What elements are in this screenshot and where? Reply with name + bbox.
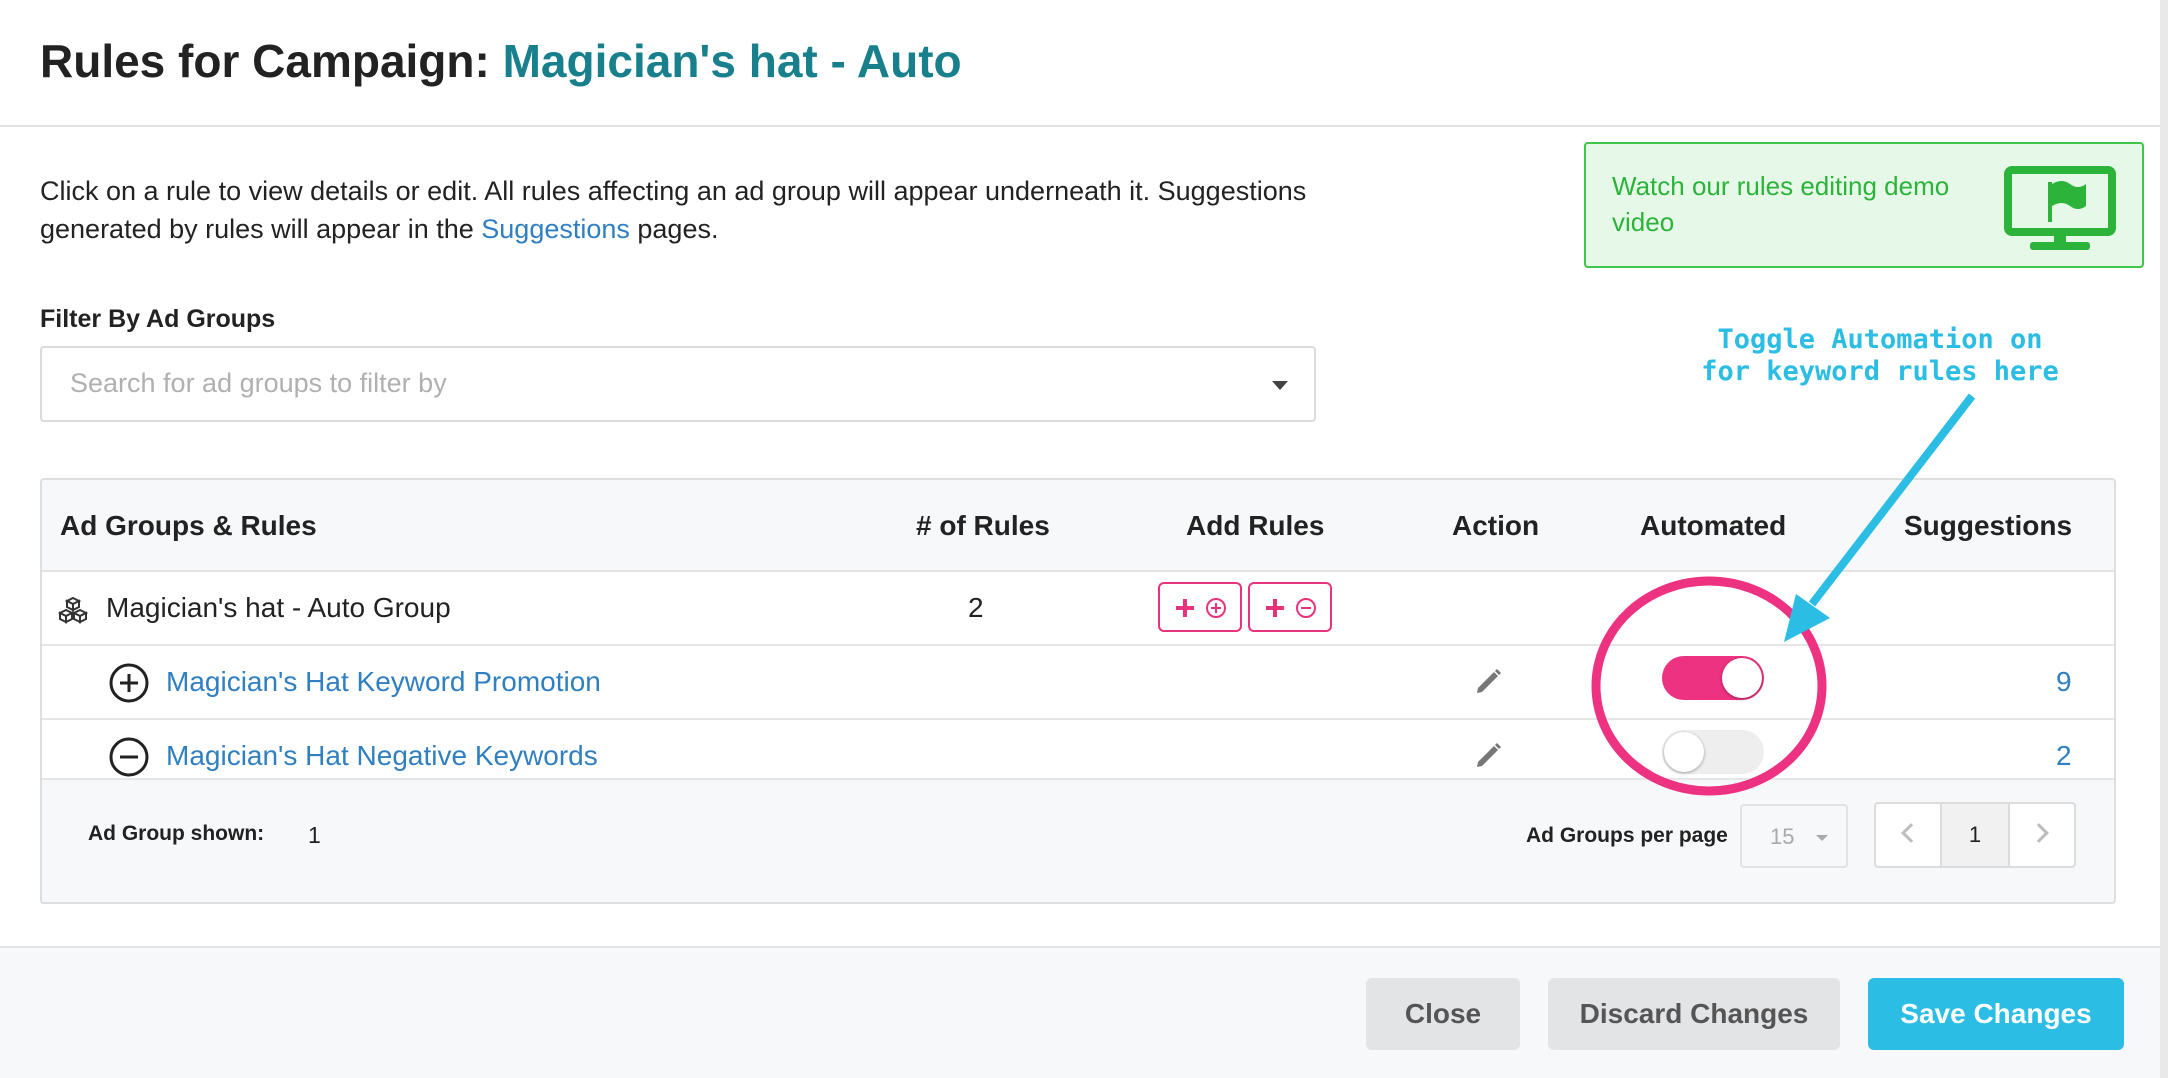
ad-group-name: Magician's hat - Auto Group [106, 592, 451, 623]
automation-toggle-off[interactable] [1662, 730, 1764, 774]
next-page-button[interactable] [2008, 804, 2074, 866]
ad-group-row[interactable]: Magician's hat - Auto Group 2 [42, 572, 2114, 646]
toggle-knob [1722, 658, 1762, 698]
add-promotion-rule-button[interactable] [1158, 582, 1242, 632]
toggle-knob [1664, 732, 1704, 772]
per-page-value: 15 [1770, 824, 1795, 849]
ad-group-search-input[interactable] [70, 368, 1170, 399]
chevron-left-icon [1901, 823, 1921, 843]
rules-modal: Rules for Campaign: Magician's hat - Aut… [0, 0, 2160, 1078]
intro-text: Click on a rule to view details or edit.… [40, 172, 1360, 248]
current-page[interactable]: 1 [1942, 804, 2008, 866]
rules-table: Ad Groups & Rules # of Rules Add Rules A… [40, 478, 2116, 904]
pagination: 1 [1874, 802, 2076, 868]
rule-row[interactable]: Magician's Hat Keyword Promotion 9 [42, 646, 2114, 720]
per-page-select[interactable]: 15 [1740, 804, 1848, 868]
annotation-line-1: Toggle Automation on [1717, 324, 2043, 355]
page-title: Rules for Campaign: Magician's hat - Aut… [40, 34, 962, 88]
plus-plus-circle-icon [1176, 598, 1226, 618]
filter-label: Filter By Ad Groups [40, 305, 276, 333]
ad-group-rule-count: 2 [968, 592, 984, 623]
monitor-flag-icon [2004, 166, 2116, 250]
prev-page-button[interactable] [1876, 804, 1942, 866]
scrollbar-track [2160, 0, 2168, 1078]
per-page-label: Ad Groups per page [1526, 824, 1728, 847]
discard-changes-button[interactable]: Discard Changes [1548, 978, 1840, 1050]
plus-circle-icon [109, 663, 149, 703]
rule-name-link[interactable]: Magician's Hat Negative Keywords [166, 740, 598, 772]
rule-name-link[interactable]: Magician's Hat Keyword Promotion [166, 666, 601, 698]
intro-after: pages. [629, 214, 719, 244]
header-suggestions: Suggestions [1904, 510, 2073, 541]
demo-video-text: Watch our rules editing demo video [1612, 171, 1950, 237]
ad-group-shown-value: 1 [308, 822, 321, 848]
chevron-down-icon [1816, 835, 1828, 841]
header-add-rules: Add Rules [1186, 510, 1325, 541]
header-rule-count: # of Rules [916, 510, 1050, 541]
rule-row[interactable]: Magician's Hat Negative Keywords 2 [42, 720, 2114, 780]
table-header: Ad Groups & Rules # of Rules Add Rules A… [42, 480, 2114, 572]
table-footer: Ad Group shown: 1 Ad Groups per page 15 … [42, 780, 2114, 902]
modal-header: Rules for Campaign: Magician's hat - Aut… [0, 0, 2160, 127]
add-negative-rule-button[interactable] [1248, 582, 1332, 632]
suggestions-count-link[interactable]: 2 [2056, 740, 2072, 772]
pencil-icon[interactable] [1474, 740, 1504, 770]
campaign-name: Magician's hat - Auto [502, 35, 962, 87]
modal-footer: Close Discard Changes Save Changes [0, 946, 2160, 1078]
close-button[interactable]: Close [1366, 978, 1520, 1050]
header-action: Action [1452, 510, 1540, 541]
suggestions-count-link[interactable]: 9 [2056, 666, 2072, 698]
chevron-right-icon [2029, 823, 2049, 843]
pencil-icon[interactable] [1474, 666, 1504, 696]
automation-toggle-on[interactable] [1662, 656, 1764, 700]
minus-circle-icon [109, 737, 149, 777]
annotation-line-2: for keyword rules here [1701, 356, 2059, 387]
chevron-down-icon[interactable] [1272, 381, 1288, 390]
cubes-icon [58, 596, 88, 624]
ad-group-filter[interactable] [40, 346, 1316, 422]
header-ad-groups: Ad Groups & Rules [60, 510, 317, 541]
plus-minus-circle-icon [1266, 598, 1316, 618]
title-prefix: Rules for Campaign: [40, 35, 503, 87]
demo-video-banner[interactable]: Watch our rules editing demo video [1584, 142, 2144, 268]
save-changes-button[interactable]: Save Changes [1868, 978, 2124, 1050]
annotation-text: Toggle Automation on for keyword rules h… [1660, 324, 2100, 388]
suggestions-link[interactable]: Suggestions [481, 214, 630, 244]
ad-group-shown-label: Ad Group shown: [88, 822, 265, 845]
header-automated: Automated [1640, 510, 1787, 541]
